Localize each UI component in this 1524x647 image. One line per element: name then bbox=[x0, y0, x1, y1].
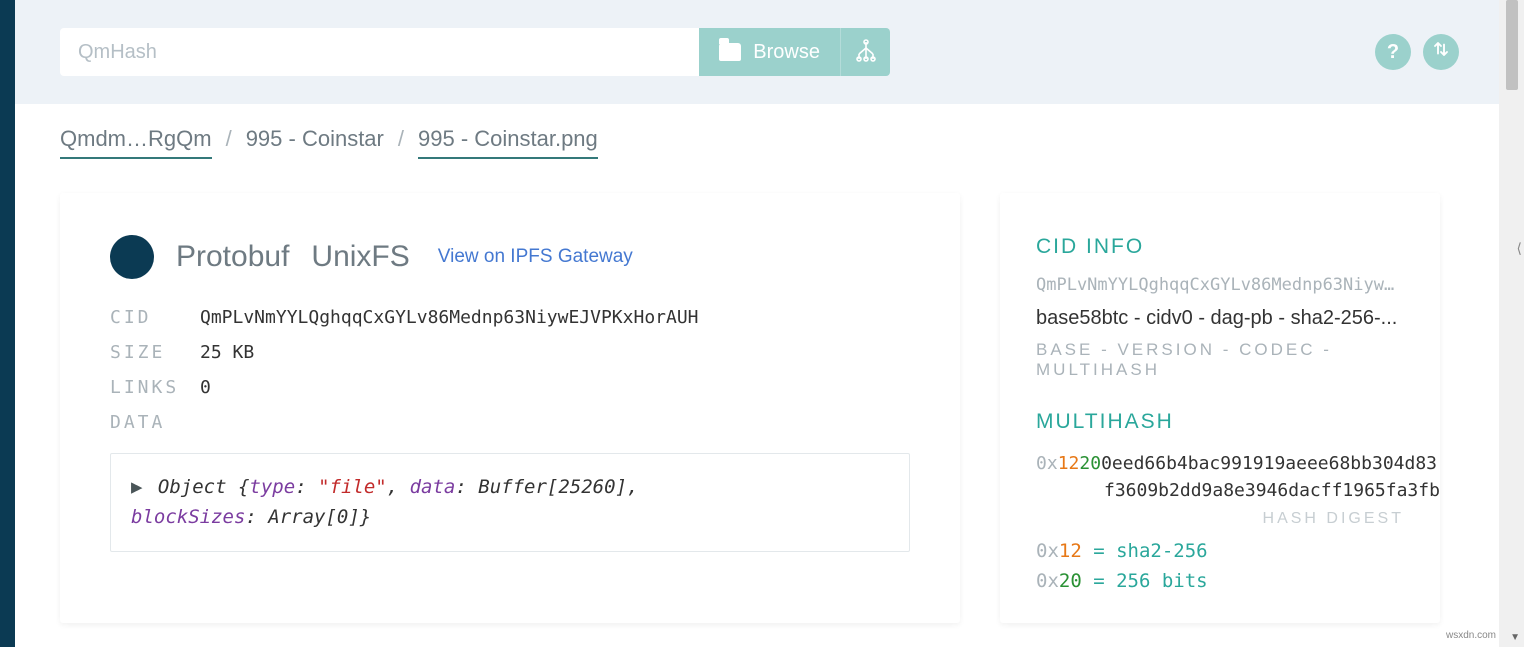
data-label: DATA bbox=[110, 412, 180, 433]
meta-links-row: LINKS 0 bbox=[110, 377, 910, 398]
meta-cid-row: CID QmPLvNmYYLQghqqCxGYLv86Mednp63NiywEJ… bbox=[110, 307, 910, 328]
obj-val-blocksizes: Array[0] bbox=[268, 506, 360, 528]
view-gateway-link[interactable]: View on IPFS Gateway bbox=[438, 246, 633, 268]
links-label: LINKS bbox=[110, 377, 180, 398]
meta-data-row: DATA bbox=[110, 412, 910, 433]
cid-info-title: CID INFO bbox=[1036, 235, 1404, 259]
columns: Protobuf UnixFS View on IPFS Gateway CID… bbox=[15, 169, 1499, 623]
multihash-fn-line: 0x12 = sha2-256 bbox=[1036, 540, 1404, 562]
watermark-text: wsxdn.com bbox=[1446, 630, 1496, 641]
meta-size-row: SIZE 25 KB bbox=[110, 342, 910, 363]
hex-digest-line2: f3609b2dd9a8e3946dacff1965fa3fb bbox=[1036, 477, 1404, 504]
cid-decoded: base58btc - cidv0 - dag-pb - sha2-256-..… bbox=[1036, 307, 1404, 330]
expand-triangle-icon[interactable]: ▶ bbox=[131, 476, 142, 498]
multihash-len-line: 0x20 = 256 bits bbox=[1036, 570, 1404, 592]
cid-legend: BASE - VERSION - CODEC - MULTIHASH bbox=[1036, 340, 1404, 380]
size-label: SIZE bbox=[110, 342, 180, 363]
multihash-title: MULTIHASH bbox=[1036, 410, 1404, 434]
hex-byte-len: 20 bbox=[1079, 453, 1101, 474]
breadcrumb-segment-root[interactable]: Qmdm…RgQm bbox=[60, 126, 212, 159]
obj-key-type: type bbox=[249, 476, 295, 498]
cid-label: CID bbox=[110, 307, 180, 328]
obj-val-type: "file" bbox=[318, 476, 387, 498]
swap-icon bbox=[1432, 40, 1450, 64]
window-scrollbar[interactable]: ⟨ ▼ bbox=[1499, 0, 1524, 647]
breadcrumb-separator: / bbox=[226, 126, 232, 152]
hex-digest-line1: 0eed66b4bac991919aeee68bb304d83 bbox=[1101, 453, 1437, 474]
size-value: 25 KB bbox=[200, 342, 254, 363]
object-prefix: Object { bbox=[158, 476, 250, 498]
links-value: 0 bbox=[200, 377, 211, 398]
folder-icon bbox=[719, 43, 741, 61]
hex-byte-fn: 12 bbox=[1058, 453, 1080, 474]
hash-digest-label: HASH DIGEST bbox=[1036, 510, 1404, 528]
format-name: UnixFS bbox=[311, 240, 409, 274]
tree-view-button[interactable] bbox=[840, 28, 890, 76]
hex-prefix: 0x bbox=[1036, 453, 1058, 474]
cid-info-panel: CID INFO QmPLvNmYYLQghqqCxGYLv86Mednp63N… bbox=[1000, 193, 1440, 623]
node-panel: Protobuf UnixFS View on IPFS Gateway CID… bbox=[60, 193, 960, 623]
cid-info-hash: QmPLvNmYYLQghqqCxGYLv86Mednp63NiywEJVPKx… bbox=[1036, 275, 1404, 295]
breadcrumb: Qmdm…RgQm / 995 - Coinstar / 995 - Coins… bbox=[15, 104, 1499, 169]
resize-grip-icon[interactable]: ⟨ bbox=[1517, 240, 1522, 257]
breadcrumb-segment-file[interactable]: 995 - Coinstar.png bbox=[418, 126, 598, 159]
obj-val-data: Buffer[25260] bbox=[478, 476, 627, 498]
codec-indicator-icon bbox=[110, 235, 154, 279]
top-right-actions: ? bbox=[1375, 34, 1459, 70]
breadcrumb-separator: / bbox=[398, 126, 404, 152]
obj-key-data: data bbox=[410, 476, 456, 498]
node-header: Protobuf UnixFS View on IPFS Gateway bbox=[110, 235, 910, 279]
scrollbar-thumb[interactable] bbox=[1506, 0, 1518, 90]
data-viewer[interactable]: ▶ Object {type: "file", data: Buffer[252… bbox=[110, 453, 910, 552]
cid-value: QmPLvNmYYLQghqqCxGYLv86Mednp63NiywEJVPKx… bbox=[200, 307, 699, 328]
help-button[interactable]: ? bbox=[1375, 34, 1411, 70]
browse-button[interactable]: Browse bbox=[699, 28, 840, 76]
search-form: Browse bbox=[60, 28, 890, 76]
breadcrumb-segment-folder[interactable]: 995 - Coinstar bbox=[246, 126, 384, 157]
swap-button[interactable] bbox=[1423, 34, 1459, 70]
multihash-hex: 0x12200eed66b4bac991919aeee68bb304d83 f3… bbox=[1036, 450, 1404, 504]
top-bar: Browse ? bbox=[15, 0, 1499, 104]
obj-key-blocksizes: blockSizes bbox=[131, 506, 245, 528]
object-close: } bbox=[360, 506, 371, 528]
question-icon: ? bbox=[1387, 41, 1399, 64]
codec-name: Protobuf bbox=[176, 240, 289, 274]
tree-icon bbox=[854, 39, 878, 66]
app-sidebar-strip bbox=[0, 0, 15, 647]
scroll-arrow-down-icon[interactable]: ▼ bbox=[1510, 632, 1520, 643]
content-area: Browse ? bbox=[15, 0, 1499, 647]
hash-search-input[interactable] bbox=[60, 28, 699, 76]
browse-button-label: Browse bbox=[753, 41, 820, 64]
